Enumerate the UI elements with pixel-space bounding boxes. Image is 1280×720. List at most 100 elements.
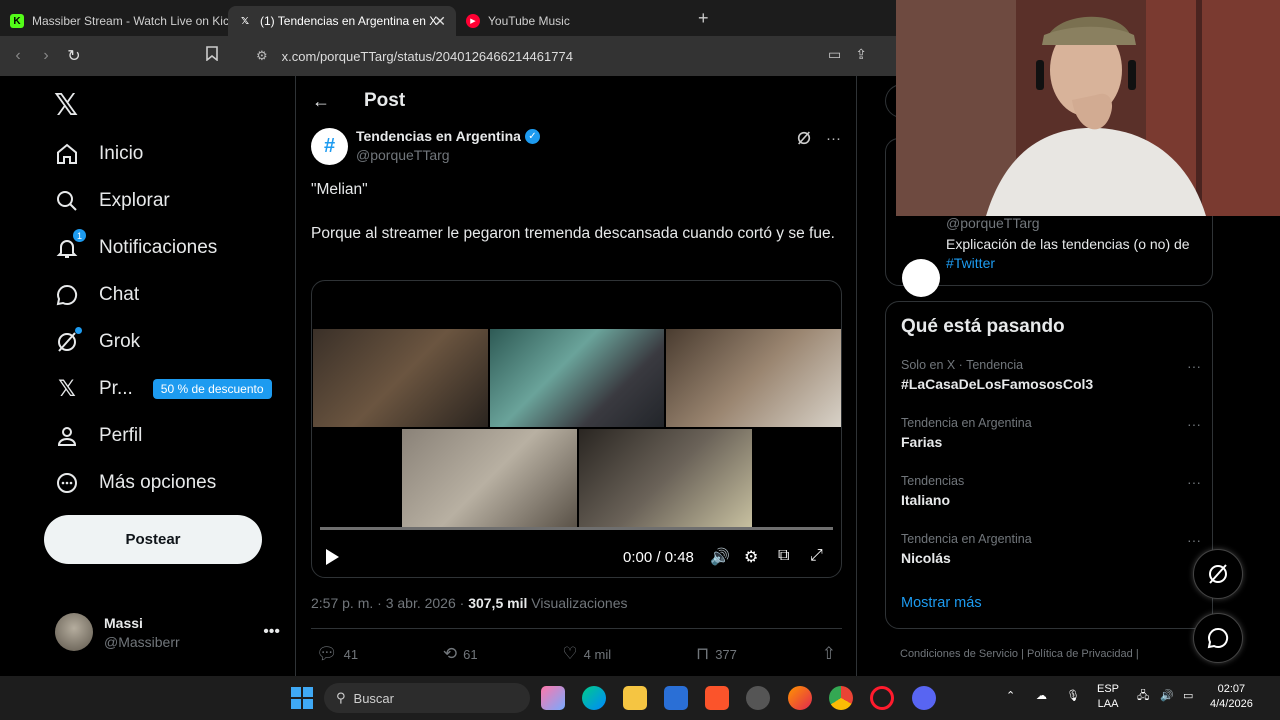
grok-fab[interactable] [1193, 549, 1243, 599]
post-author: # Tendencias en Argentina ✓ @porqueTTarg… [311, 128, 841, 165]
account-switcher[interactable]: Massi @Massiberr ••• [55, 613, 280, 651]
more-icon[interactable]: ··· [1187, 474, 1201, 490]
about-description: Explicación de las tendencias (o no) de … [946, 235, 1208, 273]
volume-icon[interactable]: 🔊 [1160, 689, 1174, 704]
taskbar-search[interactable]: ⚲ Buscar [324, 683, 530, 713]
windows-start-icon[interactable] [290, 686, 314, 710]
nav-item-perfil[interactable]: Perfil [54, 416, 142, 456]
bookmark-button[interactable]: ⊓ 377 [696, 644, 737, 664]
app-icon[interactable] [746, 686, 770, 710]
more-icon[interactable]: ··· [1187, 358, 1201, 374]
copilot-icon[interactable] [541, 686, 565, 710]
network-icon[interactable]: 🖧 [1137, 689, 1149, 704]
url-field[interactable]: ⚙ x.com/porqueTTarg/status/2040126466214… [256, 48, 573, 64]
cloud-icon[interactable]: ☁ [1036, 689, 1047, 704]
post-button[interactable]: Postear [44, 515, 262, 564]
video-frame-4 [402, 429, 577, 527]
author-name[interactable]: Tendencias en Argentina [356, 128, 521, 144]
close-icon[interactable]: ✕ [434, 13, 446, 30]
reply-button[interactable]: 💬︎ 41 [316, 644, 358, 664]
trend-context: Tendencia en Argentina [901, 416, 1032, 430]
keyboard-layout: LAA [1097, 698, 1119, 710]
nav-label: Grok [99, 331, 141, 352]
trend-item[interactable]: Tendencias Italiano ··· [901, 474, 1201, 508]
discount-badge: 50 % de descuento [152, 379, 272, 399]
site-settings-icon[interactable]: ⚙ [256, 48, 268, 64]
chevron-up-icon[interactable]: ⌃ [1006, 689, 1015, 704]
cast-icon[interactable]: ▭ [828, 46, 841, 63]
play-icon[interactable] [326, 549, 339, 565]
nav-item-mas-opciones[interactable]: Más opciones [54, 463, 216, 503]
more-icon[interactable]: ••• [263, 623, 280, 641]
heart-icon: ♡ [562, 644, 578, 663]
trend-item[interactable]: Tendencia en Argentina Nicolás ··· [901, 532, 1201, 566]
author-avatar[interactable]: # [311, 128, 348, 165]
video-frame-5 [579, 429, 752, 527]
bookmark-icon[interactable] [198, 46, 226, 66]
more-icon[interactable]: ··· [1187, 416, 1201, 432]
more-icon[interactable]: ··· [1187, 532, 1201, 548]
chrome-icon[interactable] [829, 686, 853, 710]
nav-item-notificaciones[interactable]: 1 Notificaciones [54, 228, 217, 268]
about-handle[interactable]: @porqueTTarg [946, 215, 1040, 231]
more-icon[interactable]: ··· [826, 130, 841, 150]
video-progress-bar[interactable] [320, 527, 833, 530]
hashtag-link[interactable]: #Twitter [946, 255, 995, 271]
forward-icon[interactable]: › [32, 47, 60, 65]
tab-youtube-music[interactable]: ▶ YouTube Music [456, 6, 684, 36]
brave-icon[interactable] [705, 686, 729, 710]
trend-item[interactable]: Solo en X · Tendencia #LaCasaDeLosFamoso… [901, 358, 1201, 392]
tab-x[interactable]: 𝕏 (1) Tendencias en Argentina en X ✕ [228, 6, 456, 36]
picture-in-picture-icon[interactable]: ⧉ [778, 547, 789, 565]
left-navigation: 𝕏 Inicio Explorar 1 Notificaciones Chat … [0, 76, 295, 676]
webcam-person-image [896, 0, 1280, 216]
nav-item-chat[interactable]: Chat [54, 275, 139, 315]
settings-icon[interactable]: ⚙ [744, 547, 758, 567]
repost-button[interactable]: ⟲ 61 [443, 644, 478, 664]
clock-date: 4/4/2026 [1210, 698, 1253, 710]
trend-name: #LaCasaDeLosFamososCol3 [901, 376, 1094, 392]
engagement-bar: 💬︎ 41 ⟲ 61 ♡ 4 mil ⊓ 377 ⇧ [316, 644, 836, 664]
show-more-link[interactable]: Mostrar más [901, 595, 982, 611]
tab-kick[interactable]: K Massiber Stream - Watch Live on Kick [0, 6, 228, 36]
reply-icon: 💬︎ [316, 644, 338, 663]
footer-links[interactable]: Condiciones de Servicio | Política de Pr… [900, 648, 1139, 660]
discord-icon[interactable] [912, 686, 936, 710]
volume-icon[interactable]: 🔊 [710, 547, 730, 567]
edge-icon[interactable] [582, 686, 606, 710]
fullscreen-icon[interactable]: ⤢ [810, 547, 823, 565]
account-avatar[interactable] [902, 259, 940, 297]
nav-item-explorar[interactable]: Explorar [54, 181, 170, 221]
reload-icon[interactable]: ↻ [60, 46, 88, 66]
battery-icon[interactable]: ▭ [1183, 689, 1193, 704]
nav-item-grok[interactable]: Grok [54, 322, 140, 362]
store-icon[interactable] [664, 686, 688, 710]
chat-fab[interactable] [1193, 613, 1243, 663]
trend-item[interactable]: Tendencia en Argentina Farias ··· [901, 416, 1201, 450]
kick-icon: K [10, 14, 24, 28]
microphone-icon[interactable]: 🎙︎ [1066, 689, 1080, 704]
video-player[interactable]: 0:00 / 0:48 🔊 ⚙ ⧉ ⤢ [311, 280, 842, 578]
author-handle[interactable]: @porqueTTarg [356, 147, 540, 163]
clock[interactable]: 02:07 4/4/2026 [1210, 682, 1253, 712]
input-language[interactable]: ESP LAA [1097, 682, 1119, 712]
video-frame-2 [490, 329, 664, 427]
back-icon[interactable]: ‹ [4, 47, 32, 65]
firefox-icon[interactable] [788, 686, 812, 710]
post-timestamp[interactable]: 2:57 p. m. · 3 abr. 2026 · [311, 595, 468, 611]
back-arrow-icon[interactable]: ← [312, 91, 330, 112]
reply-count: 41 [343, 646, 359, 662]
trend-context: Tendencias [901, 474, 965, 488]
file-explorer-icon[interactable] [623, 686, 647, 710]
grok-icon[interactable] [796, 130, 812, 150]
x-logo-icon[interactable]: 𝕏 [54, 88, 78, 123]
new-tab-button[interactable]: + [698, 8, 709, 29]
share-button[interactable]: ⇧ [822, 644, 836, 664]
post-meta: 2:57 p. m. · 3 abr. 2026 · 307,5 mil Vis… [311, 595, 628, 611]
views-label: Visualizaciones [527, 595, 628, 611]
like-button[interactable]: ♡ 4 mil [562, 644, 611, 664]
nav-item-inicio[interactable]: Inicio [54, 134, 143, 174]
nav-item-premium[interactable]: 𝕏 Pr... 50 % de descuento [54, 369, 272, 409]
share-icon[interactable]: ⇪ [855, 46, 867, 63]
opera-icon[interactable] [870, 686, 894, 710]
